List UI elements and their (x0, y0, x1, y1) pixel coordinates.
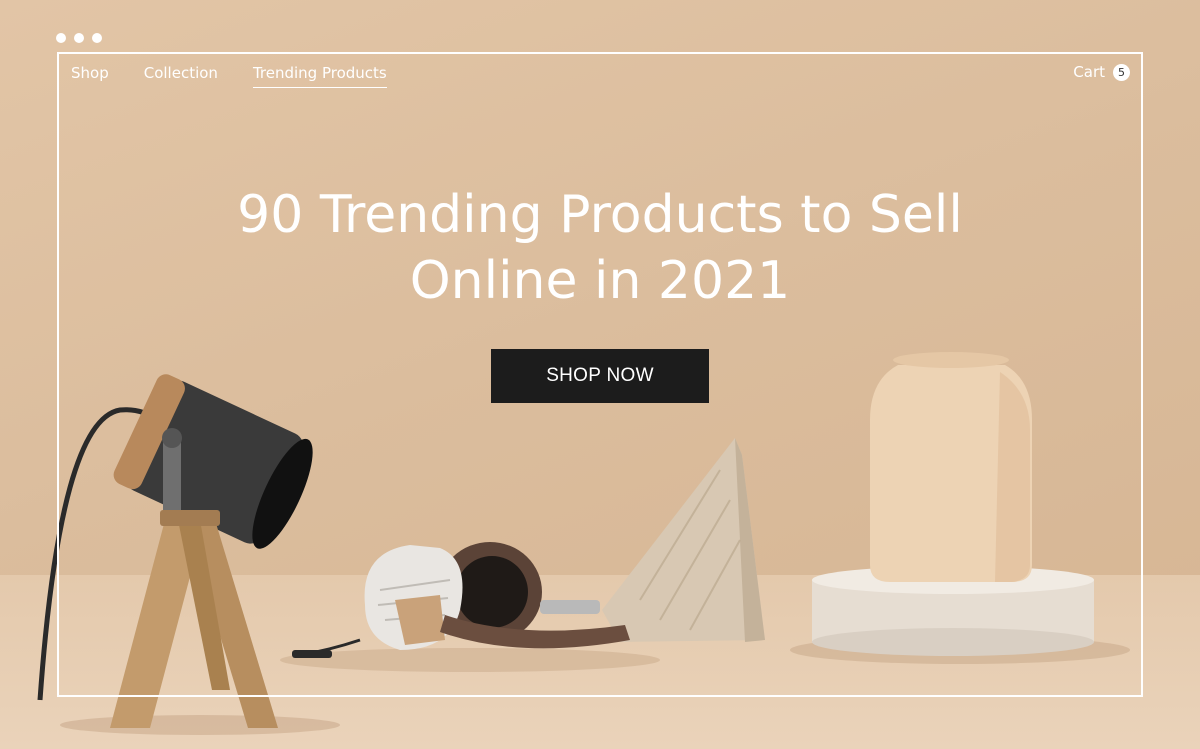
nav-item-collection[interactable]: Collection (144, 63, 218, 88)
window-controls (56, 33, 102, 43)
hero-headline: 90 Trending Products to Sell Online in 2… (150, 182, 1050, 314)
headline-line-2: Online in 2021 (409, 251, 791, 311)
window-dot (92, 33, 102, 43)
cart-label: Cart (1073, 63, 1105, 81)
lamp-shadow (60, 715, 340, 735)
window-dot (56, 33, 66, 43)
cart-link[interactable]: Cart 5 (1073, 63, 1130, 81)
shop-now-button[interactable]: SHOP NOW (491, 349, 709, 403)
nav-item-trending-products[interactable]: Trending Products (252, 63, 387, 88)
window-dot (74, 33, 84, 43)
headline-line-1: 90 Trending Products to Sell (237, 185, 963, 245)
cart-count-badge: 5 (1113, 63, 1130, 81)
main-nav: Shop Collection Trending Products (71, 63, 387, 88)
nav-item-shop[interactable]: Shop (71, 63, 109, 88)
